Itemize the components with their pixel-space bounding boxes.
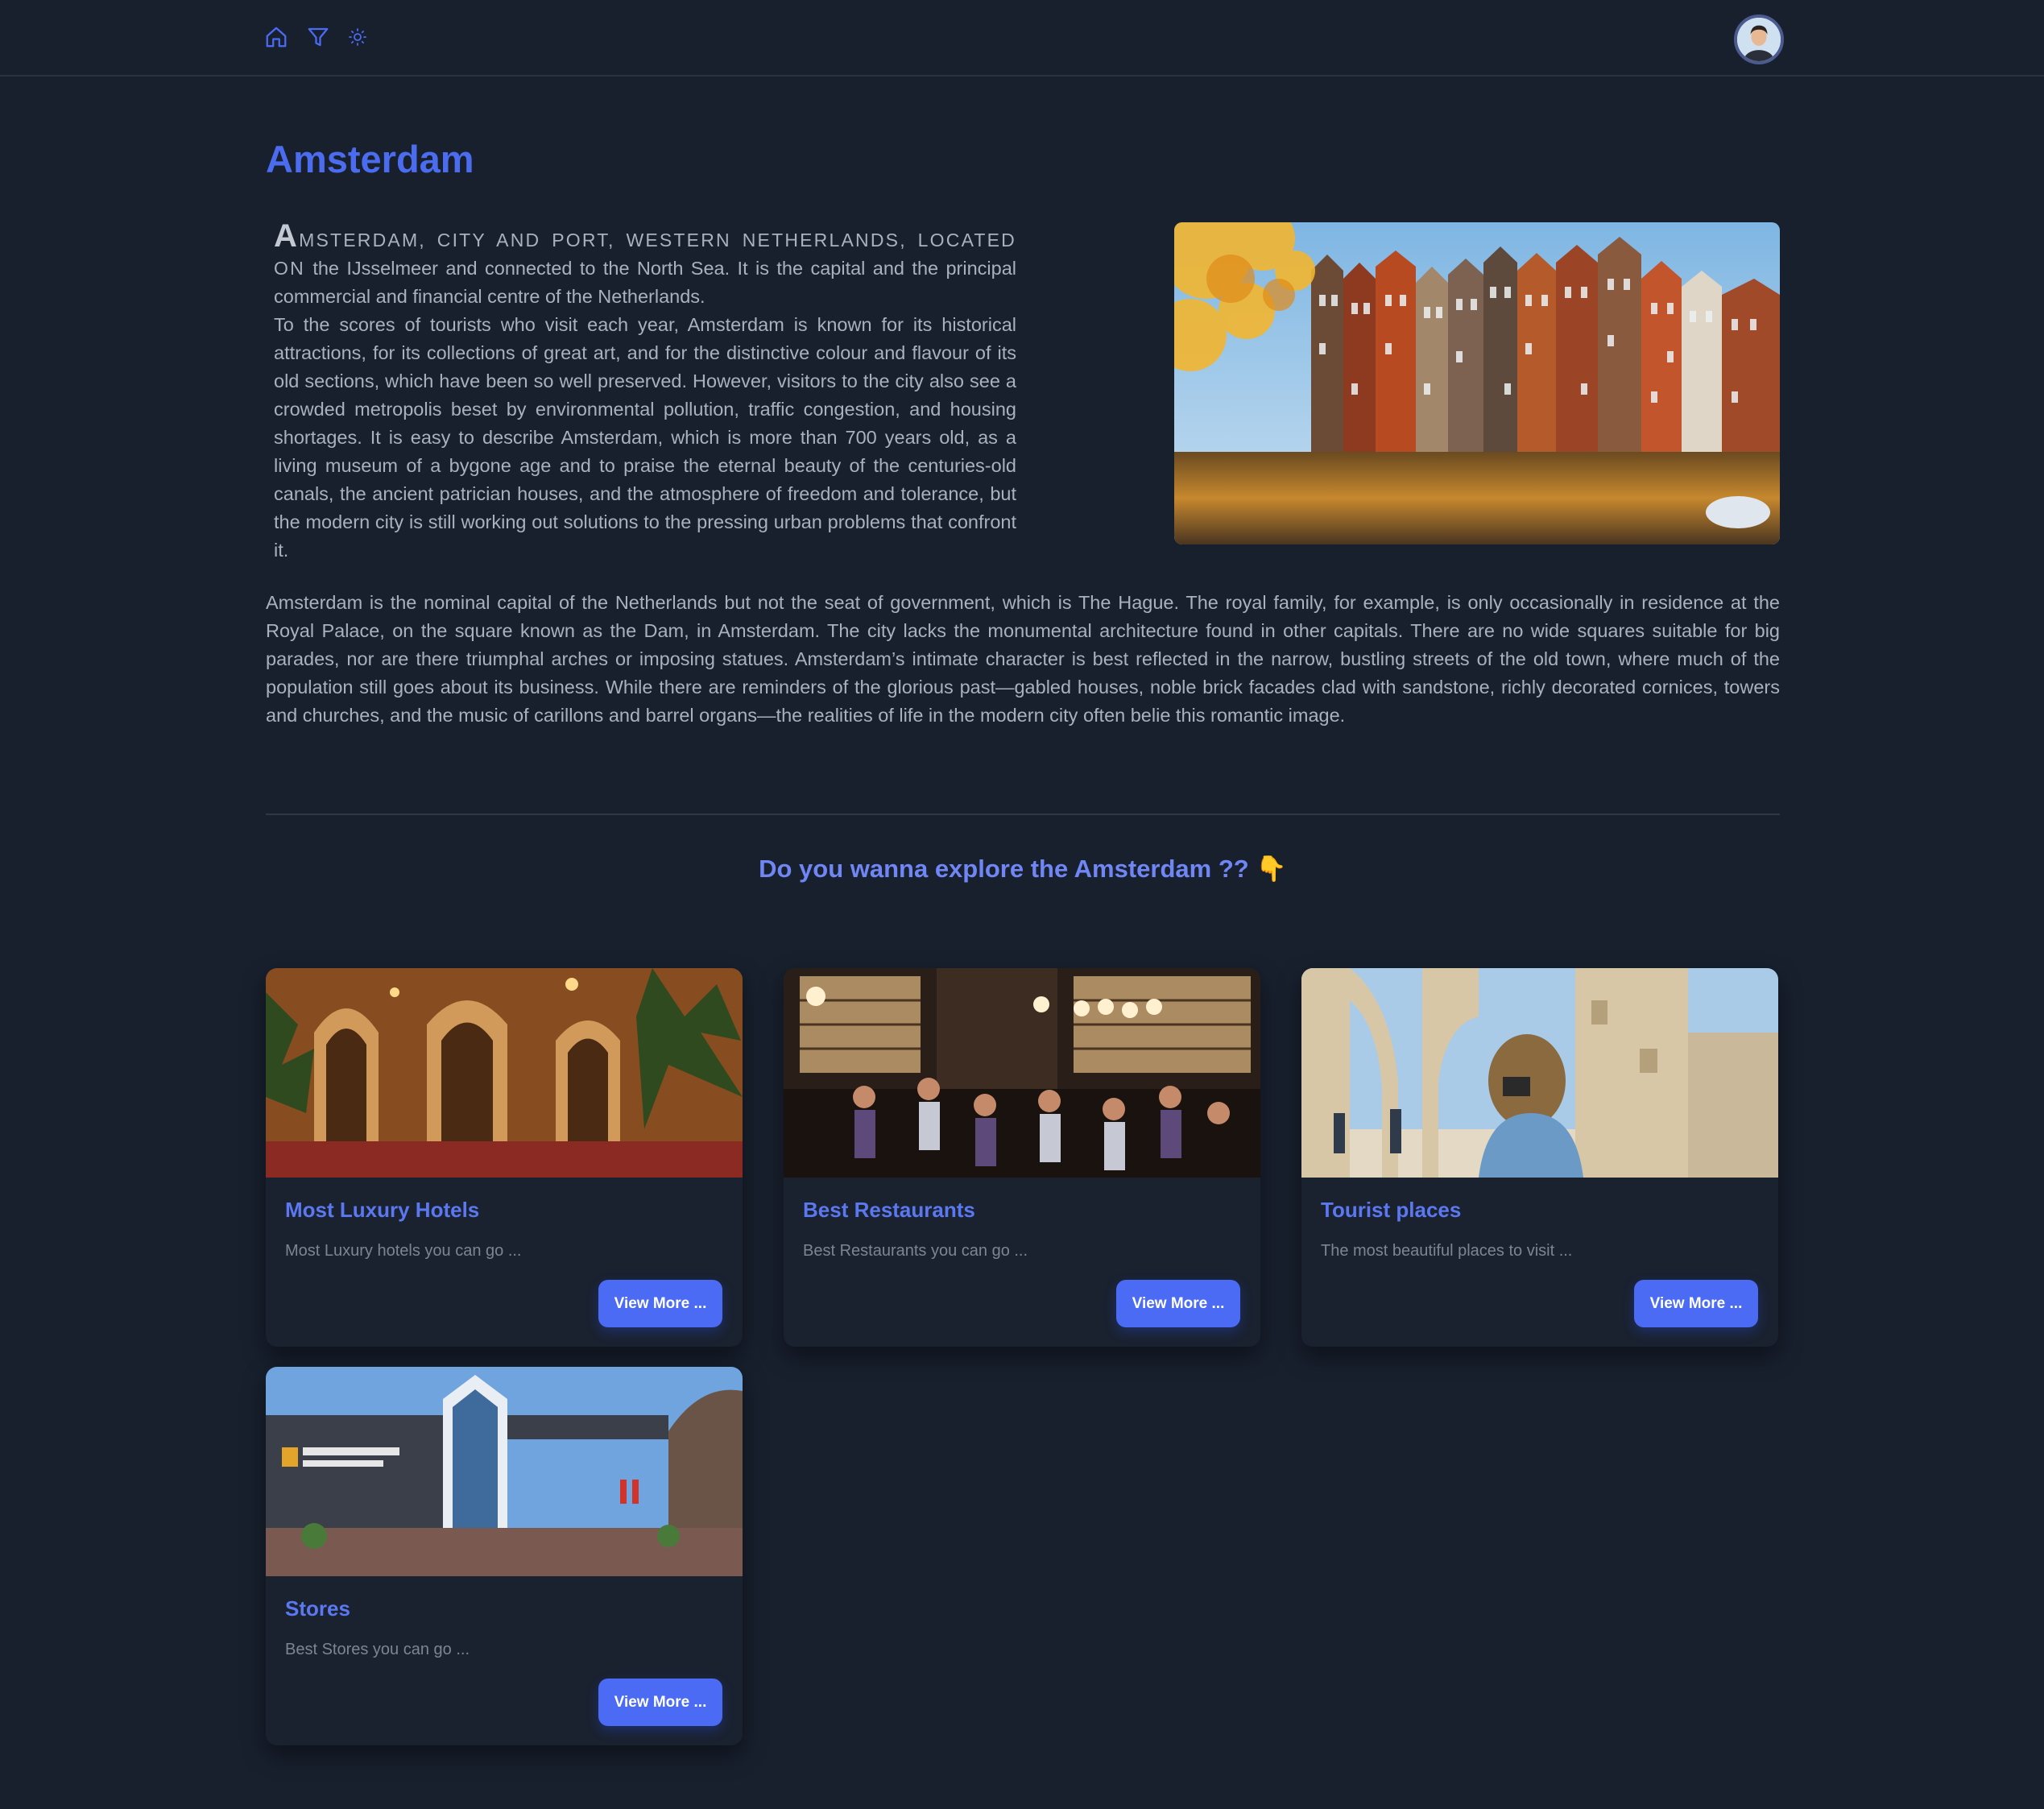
view-more-button[interactable]: View More ... [598, 1679, 722, 1726]
card-description: Most Luxury hotels you can go ... [285, 1242, 522, 1260]
view-more-button[interactable]: View More ... [1116, 1280, 1240, 1327]
intro-text-1: the IJsselmeer and connected to the Nort… [274, 258, 1016, 307]
card-description: Best Restaurants you can go ... [803, 1242, 1028, 1260]
view-more-button[interactable]: View More ... [598, 1280, 722, 1327]
body-paragraph: Amsterdam is the nominal capital of the … [266, 592, 1780, 726]
intro-text-2: To the scores of tourists who visit each… [274, 314, 1016, 561]
card-stores: Stores Best Stores you can go ... View M… [266, 1367, 743, 1745]
drop-cap: A [274, 218, 300, 254]
card-title: Best Restaurants [803, 1198, 975, 1222]
filter-icon[interactable] [306, 24, 330, 50]
stores-image [266, 1367, 743, 1576]
card-hotels: Most Luxury Hotels Most Luxury hotels yo… [266, 968, 743, 1347]
card-tourist-places: Tourist places The most beautiful places… [1301, 968, 1778, 1347]
page-title: Amsterdam [266, 138, 474, 180]
section-divider [266, 813, 1780, 815]
card-description: The most beautiful places to visit ... [1321, 1242, 1573, 1260]
sun-icon[interactable] [348, 24, 367, 50]
restaurants-image [784, 968, 1260, 1178]
intro-text: AMSTERDAM, CITY AND PORT, WESTERN NETHER… [274, 220, 1016, 565]
user-avatar[interactable] [1734, 14, 1784, 64]
tourist-places-image [1301, 968, 1778, 1178]
hotels-image [266, 968, 743, 1178]
card-title: Most Luxury Hotels [285, 1198, 480, 1222]
card-title: Tourist places [1321, 1198, 1462, 1222]
home-icon[interactable] [264, 24, 288, 50]
amsterdam-canal-houses-image [1174, 222, 1780, 544]
card-title: Stores [285, 1596, 350, 1621]
card-restaurants: Best Restaurants Best Restaurants you ca… [784, 968, 1260, 1347]
view-more-button[interactable]: View More ... [1634, 1280, 1758, 1327]
top-nav-bar [0, 0, 2044, 77]
nav-icon-group [264, 24, 367, 50]
explore-heading: Do you wanna explore the Amsterdam ?? 👇 [759, 855, 1287, 883]
card-description: Best Stores you can go ... [285, 1641, 470, 1658]
